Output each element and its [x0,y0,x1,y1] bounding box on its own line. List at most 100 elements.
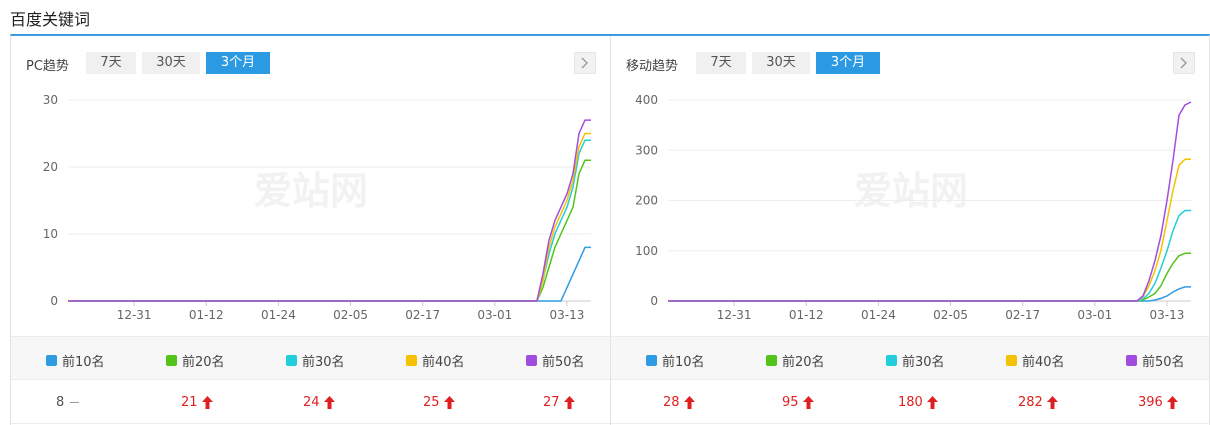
legend-label: 前40名 [1022,355,1065,370]
legend-label: 前20名 [182,355,225,370]
value-top10: 28 [663,395,695,410]
value-top30: 24 [303,395,335,410]
watermark-logo: 爱站网 [254,169,368,213]
value-top30: 180 [898,395,938,410]
pc-legend: 前10名 前20名 前30名 前40名 前50名 [11,336,610,380]
series-line [668,252,1191,302]
chevron-right-icon[interactable] [1173,52,1195,74]
value-top40: 25 [423,395,455,410]
legend-item-top20[interactable]: 前20名 [166,351,225,370]
legend-item-top40[interactable]: 前40名 [406,351,465,370]
flat-trend-icon [70,402,80,403]
tab-7-days[interactable]: 7天 [86,52,136,74]
tab-30-days[interactable]: 30天 [752,52,810,74]
value-number: 180 [898,395,923,410]
value-top20: 21 [181,395,213,410]
value-number: 28 [663,395,680,410]
x-tick-label: 02-05 [333,308,368,322]
y-tick-label: 300 [635,143,658,157]
y-tick-label: 400 [635,93,658,107]
mobile-trend-label: 移动趋势 [626,59,679,74]
y-tick-label: 20 [43,160,58,174]
tab-30-days[interactable]: 30天 [142,52,200,74]
legend-item-top10[interactable]: 前10名 [646,351,705,370]
legend-item-top10[interactable]: 前10名 [46,351,105,370]
value-top50: 396 [1138,395,1178,410]
legend-label: 前10名 [662,355,705,370]
arrow-up-icon [201,396,213,409]
legend-label: 前10名 [62,355,105,370]
legend-item-top30[interactable]: 前30名 [886,351,945,370]
legend-item-top50[interactable]: 前50名 [1126,351,1185,370]
legend-swatch [526,355,537,366]
arrow-up-icon [802,396,814,409]
x-tick-label: 02-17 [1005,308,1040,322]
x-tick-label: 03-01 [477,308,512,322]
x-tick-label: 02-17 [405,308,440,322]
arrow-up-icon [1046,396,1058,409]
y-tick-label: 100 [635,244,658,258]
x-tick-label: 01-12 [189,308,224,322]
legend-swatch [1006,355,1017,366]
arrow-up-icon [443,396,455,409]
arrow-up-icon [926,396,938,409]
pc-trend-header: PC趋势 7天 30天 3个月 [11,50,610,76]
legend-label: 前50名 [1142,355,1185,370]
x-tick-label: 12-31 [717,308,752,322]
arrow-up-icon [1166,396,1178,409]
value-top20: 95 [782,395,814,410]
value-top40: 282 [1018,395,1058,410]
legend-label: 前20名 [782,355,825,370]
value-number: 25 [423,395,440,410]
x-tick-label: 01-12 [789,308,824,322]
x-tick-label: 01-24 [861,308,896,322]
watermark-logo: 爱站网 [854,169,968,213]
legend-swatch [286,355,297,366]
pc-trend-chart: 爱站网 0 10 20 30 12-31 01-12 01-24 02-05 02-17 03-01… [11,86,611,336]
legend-item-top30[interactable]: 前30名 [286,351,345,370]
value-number: 282 [1018,395,1043,410]
x-tick-label: 12-31 [117,308,152,322]
arrow-up-icon [323,396,335,409]
pc-trend-chart-svg: 爱站网 0 10 20 30 12-31 01-12 01-24 02-05 02-17 03-01… [43,93,591,322]
value-number: 95 [782,395,799,410]
y-tick-label: 0 [650,294,658,308]
tab-3-months[interactable]: 3个月 [816,52,880,74]
x-tick-label: 03-01 [1077,308,1112,322]
legend-swatch [166,355,177,366]
series-line [668,209,1191,302]
keyword-trends-container: PC趋势 7天 30天 3个月 爱站网 0 10 20 30 12-31 01-12 01-2… [10,34,1210,425]
legend-swatch [46,355,57,366]
series-line [68,246,591,302]
legend-swatch [1126,355,1137,366]
arrow-up-icon [563,396,575,409]
value-number: 8 [56,395,65,410]
legend-label: 前40名 [422,355,465,370]
chevron-right-icon[interactable] [574,52,596,74]
value-number: 21 [181,395,198,410]
legend-item-top40[interactable]: 前40名 [1006,351,1065,370]
tab-7-days[interactable]: 7天 [696,52,746,74]
pc-trend-panel: PC趋势 7天 30天 3个月 爱站网 0 10 20 30 12-31 01-12 01-2… [11,36,610,425]
legend-swatch [406,355,417,366]
tab-3-months[interactable]: 3个月 [206,52,270,74]
y-tick-label: 200 [635,194,658,208]
legend-label: 前30名 [902,355,945,370]
mobile-values: 28 95 180 282 396 [611,380,1209,424]
mobile-trend-chart-svg: 爱站网 0 100 200 300 400 12-31 01-12 01-24 02-05 02-1… [635,93,1192,322]
x-tick-label: 02-05 [933,308,968,322]
value-number: 396 [1138,395,1163,410]
legend-swatch [886,355,897,366]
legend-item-top20[interactable]: 前20名 [766,351,825,370]
mobile-trend-chart: 爱站网 0 100 200 300 400 12-31 01-12 01-24 02-05 02-1… [611,86,1210,336]
value-number: 27 [543,395,560,410]
legend-swatch [766,355,777,366]
pc-trend-label: PC趋势 [26,59,69,74]
legend-label: 前30名 [302,355,345,370]
legend-swatch [646,355,657,366]
page-title: 百度关键词 [10,10,91,29]
mobile-trend-header: 移动趋势 7天 30天 3个月 [611,50,1209,76]
legend-item-top50[interactable]: 前50名 [526,351,585,370]
legend-label: 前50名 [542,355,585,370]
value-top10: 8 [56,395,80,410]
